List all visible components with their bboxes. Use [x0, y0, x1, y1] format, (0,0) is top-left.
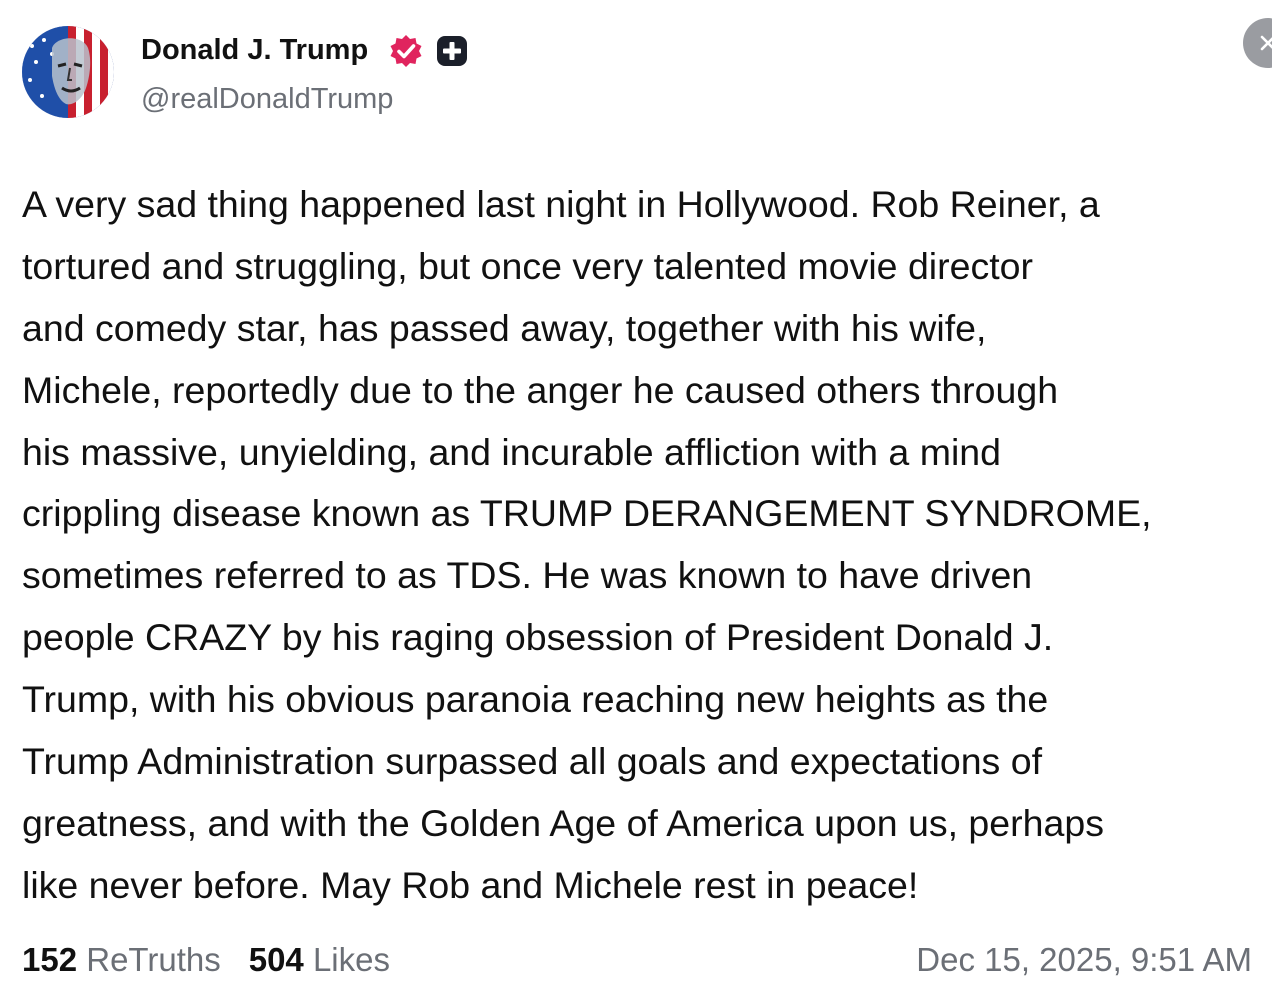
post-body-line: sometimes referred to as TDS. He was kno… — [22, 554, 1033, 597]
post-timestamp[interactable]: Dec 15, 2025, 9:51 AM — [916, 938, 1252, 982]
post-body-line: tortured and struggling, but once very t… — [22, 244, 1033, 287]
avatar[interactable] — [22, 26, 114, 118]
retruths-count: 152 — [22, 941, 78, 978]
post-body-line: Trump, with his obvious paranoia reachin… — [22, 678, 1049, 721]
retruths-stat[interactable]: 152 ReTruths — [22, 941, 221, 978]
post-body-line: Michele, reportedly due to the anger he … — [22, 368, 1059, 411]
likes-count: 504 — [248, 941, 304, 978]
post-body-line: crippling disease known as TRUMP DERANGE… — [22, 492, 1152, 535]
post-body-line: people CRAZY by his raging obsession of … — [22, 616, 1054, 659]
close-button[interactable] — [1243, 18, 1272, 68]
post-body: A very sad thing happened last night in … — [22, 174, 1262, 917]
post-body-line: like never before. May Rob and Michele r… — [22, 863, 919, 906]
likes-label: Likes — [312, 941, 390, 978]
post-body-line: greatness, and with the Golden Age of Am… — [22, 801, 1104, 844]
avatar-image — [22, 26, 114, 118]
author-handle[interactable]: @realDonaldTrump — [141, 79, 393, 119]
post-stats: 152 ReTruths 504 Likes — [22, 938, 390, 982]
retruths-label: ReTruths — [86, 941, 221, 978]
close-icon — [1260, 35, 1272, 51]
plus-badge-icon — [437, 36, 467, 66]
post-body-line: his massive, unyielding, and incurable a… — [22, 430, 1001, 473]
verified-badge-icon — [390, 35, 422, 67]
post-body-line: and comedy star, has passed away, togeth… — [22, 306, 987, 349]
author-display-name[interactable]: Donald J. Trump — [141, 30, 368, 70]
post-body-line: Trump Administration surpassed all goals… — [22, 740, 1042, 783]
likes-stat[interactable]: 504 Likes — [249, 941, 390, 978]
truth-post: Donald J. Trump @realDonaldTrump A very … — [0, 0, 1272, 1002]
post-body-line: A very sad thing happened last night in … — [22, 183, 1100, 225]
